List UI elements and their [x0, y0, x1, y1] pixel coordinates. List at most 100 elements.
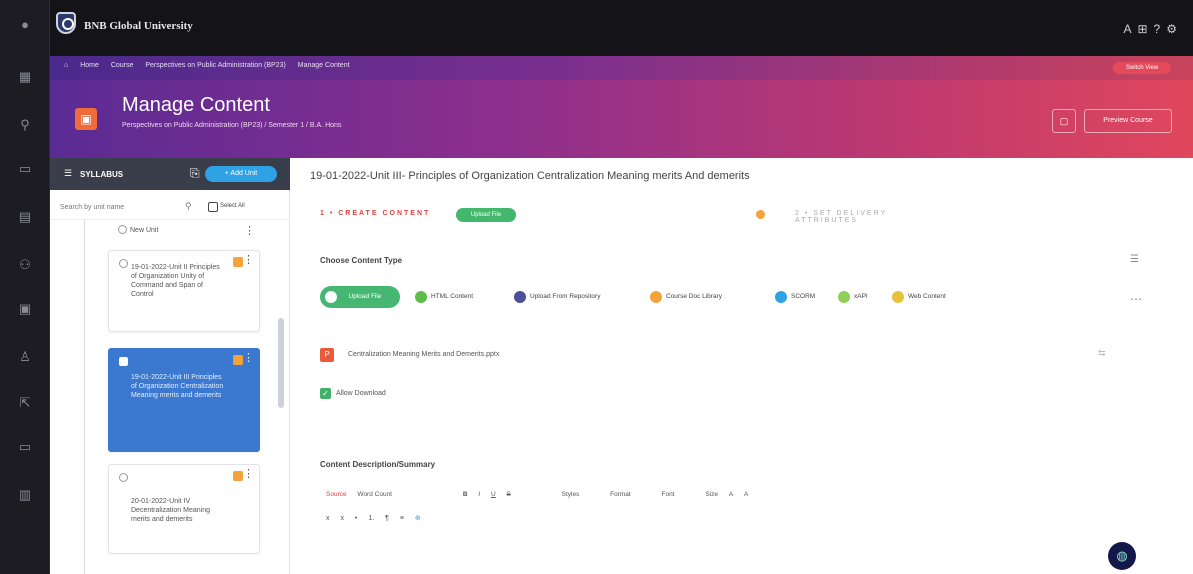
upload-file-option[interactable]: Upload File	[320, 286, 400, 308]
item-title: 20-01-2022-Unit IV Decentralization Mean…	[131, 498, 210, 523]
app: ● ▦ ⚲ ▭ ▤ ⚇ ▣ ♙ ⇱ ▭ ▥ BNB Global Univers…	[0, 0, 1193, 574]
chat-assistant-icon[interactable]: ◍	[1108, 542, 1136, 570]
description-label: Content Description/Summary	[320, 460, 436, 469]
bg-color-button[interactable]: A	[744, 491, 748, 498]
superscript-button[interactable]: x	[340, 515, 344, 522]
item-title: 19-01-2022-Unit II Principles of Organiz…	[131, 264, 220, 298]
size-dropdown[interactable]: Size	[705, 491, 718, 498]
format-dropdown[interactable]: Format	[610, 491, 631, 498]
menu-icon[interactable]: ●	[17, 18, 33, 32]
breadcrumb-course-name[interactable]: Perspectives on Public Administration (B…	[145, 62, 285, 69]
unit-title: 19-01-2022-Unit III- Principles of Organ…	[310, 170, 750, 182]
bold-button[interactable]: B	[463, 491, 468, 498]
more-icon[interactable]: ⋮	[243, 353, 254, 364]
book-icon[interactable]: ▭	[17, 162, 33, 176]
group-icon[interactable]: ♙	[17, 350, 33, 364]
select-all-checkbox[interactable]	[208, 202, 218, 212]
file-actions-icon[interactable]: ⇆	[1098, 348, 1106, 359]
insert-button[interactable]: ⊕	[415, 514, 421, 522]
grid-icon[interactable]: ⊞	[1137, 22, 1153, 36]
more-icon[interactable]: ⋮	[244, 226, 255, 237]
report-icon[interactable]: ▥	[17, 488, 33, 502]
syllabus-header: ☰ SYLLABUS ⎘ + Add Unit	[50, 158, 290, 190]
option-label: Upload File	[348, 293, 382, 300]
item-checkbox[interactable]	[119, 473, 128, 482]
subscript-button[interactable]: x	[326, 515, 330, 522]
paragraph-button[interactable]: ¶	[385, 515, 389, 522]
scrollbar[interactable]	[278, 318, 284, 408]
content-type-icon	[233, 257, 243, 267]
font-dropdown[interactable]: Font	[662, 491, 675, 498]
tree-line	[84, 220, 85, 574]
course-doc-library-option[interactable]: Course Doc Library	[650, 290, 722, 304]
numbered-list-button[interactable]: 1.	[368, 515, 374, 522]
breadcrumb-course[interactable]: Course	[111, 62, 134, 69]
allow-download-label: Allow Download	[336, 390, 386, 397]
document-icon[interactable]: ▣	[17, 302, 33, 316]
add-unit-button[interactable]: + Add Unit	[205, 166, 277, 182]
html-content-option[interactable]: HTML Content	[415, 290, 473, 304]
underline-button[interactable]: U	[491, 491, 496, 498]
styles-dropdown[interactable]: Styles	[562, 491, 580, 498]
university-logo	[56, 12, 76, 34]
list-view-icon[interactable]: ☰	[1130, 254, 1139, 265]
user-icon[interactable]: ⚲	[17, 118, 33, 132]
align-button[interactable]: ≡	[400, 515, 404, 522]
syllabus-label: SYLLABUS	[80, 170, 124, 179]
item-checkbox[interactable]	[119, 357, 128, 366]
more-icon[interactable]: ⋮	[243, 469, 254, 480]
breadcrumb: ⌂ Home Course Perspectives on Public Adm…	[64, 62, 360, 69]
people-icon[interactable]: ⚇	[17, 258, 33, 272]
item-title: New Unit	[130, 227, 159, 234]
radio-icon	[415, 291, 427, 303]
page-subtitle: Perspectives on Public Administration (B…	[122, 122, 342, 129]
share-icon[interactable]: ⇱	[17, 396, 33, 410]
editor-toolbar-row-1: Source Word Count B I U S Styles Format …	[326, 491, 1026, 505]
list-item[interactable]: 19-01-2022-Unit III Principles of Organi…	[108, 348, 260, 452]
document-icon[interactable]: ⎘	[190, 166, 200, 181]
repository-option[interactable]: Upload From Repository	[514, 290, 600, 304]
option-label: Course Doc Library	[666, 293, 722, 300]
list-item[interactable]: New Unit ⋮	[108, 222, 260, 238]
content-icon: ▣	[75, 108, 97, 130]
calendar-icon[interactable]: ▤	[17, 210, 33, 224]
monitor-icon[interactable]: ▭	[17, 440, 33, 454]
bullet-list-button[interactable]: •	[355, 515, 357, 522]
tab-delivery-attributes[interactable]: 2 • SET DELIVERY ATTRIBUTES	[795, 210, 940, 224]
more-horizontal-icon[interactable]: ⋯	[1130, 292, 1142, 306]
allow-download-checkbox[interactable]: ✓	[320, 388, 331, 399]
text-color-button[interactable]: A	[729, 491, 733, 498]
option-label: Upload From Repository	[530, 293, 601, 300]
more-icon[interactable]: ⋮	[243, 255, 254, 266]
file-name[interactable]: Centralization Meaning Merits and Demeri…	[348, 351, 499, 358]
copy-icon[interactable]: ▢	[1052, 109, 1076, 133]
dashboard-icon[interactable]: ▦	[17, 70, 33, 84]
breadcrumb-home[interactable]: Home	[80, 62, 99, 69]
syllabus-panel: ☰ SYLLABUS ⎘ + Add Unit Search by unit n…	[50, 158, 290, 574]
italic-button[interactable]: I	[478, 491, 480, 498]
search-icon[interactable]: ⚲	[185, 201, 192, 212]
list-item[interactable]: 19-01-2022-Unit II Principles of Organiz…	[108, 250, 260, 332]
radio-icon	[892, 291, 904, 303]
search-input[interactable]: Search by unit name	[60, 204, 124, 211]
tab-create-content[interactable]: 1 • CREATE CONTENT	[320, 210, 430, 217]
item-checkbox[interactable]	[119, 259, 128, 268]
xapi-option[interactable]: xAPI	[838, 290, 868, 304]
content-type-icon	[233, 355, 243, 365]
switch-view-badge[interactable]: Switch View	[1113, 62, 1171, 74]
university-name: BNB Global University	[84, 20, 193, 32]
translate-icon[interactable]: A	[1123, 22, 1137, 36]
list-item[interactable]: 20-01-2022-Unit IV Decentralization Mean…	[108, 464, 260, 554]
strike-button[interactable]: S	[506, 491, 510, 498]
home-icon[interactable]: ⌂	[64, 62, 68, 69]
choose-content-type-label: Choose Content Type	[320, 256, 403, 265]
source-button[interactable]: Source	[326, 491, 347, 498]
preview-course-button[interactable]: Preview Course	[1084, 109, 1172, 133]
help-icon[interactable]: ?	[1154, 22, 1167, 36]
account-icon[interactable]: ⚙	[1166, 22, 1183, 36]
scorm-option[interactable]: SCORM	[775, 290, 815, 304]
word-count-button[interactable]: Word Count	[357, 491, 392, 498]
item-checkbox[interactable]	[118, 225, 127, 234]
list-icon: ☰	[64, 168, 73, 178]
web-content-option[interactable]: Web Content	[892, 290, 946, 304]
